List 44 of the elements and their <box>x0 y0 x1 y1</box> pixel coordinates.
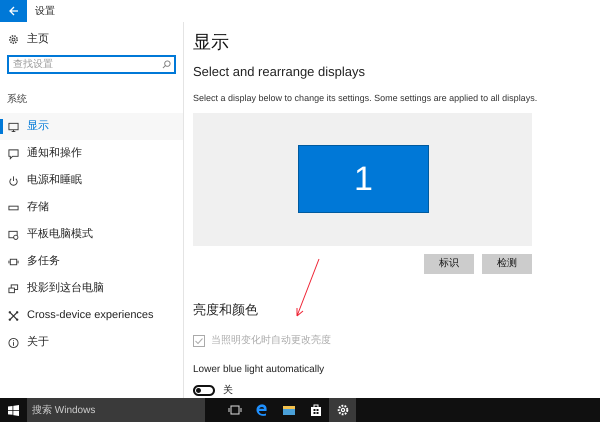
toggle-switch[interactable] <box>193 385 215 396</box>
sidebar-item[interactable]: 投影到这台电脑 <box>0 275 183 302</box>
sidebar-item[interactable]: 关于 <box>0 329 183 356</box>
sidebar-item[interactable]: 显示 <box>0 113 183 140</box>
sidebar-item[interactable]: 电源和睡眠 <box>0 167 183 194</box>
sidebar-item[interactable]: Cross-device experiences <box>0 302 183 329</box>
taskbar-button[interactable] <box>329 398 356 422</box>
screens-icon <box>8 282 19 294</box>
back-button[interactable] <box>0 0 27 22</box>
action-button[interactable]: 检测 <box>482 254 532 274</box>
windows-logo-icon <box>8 404 19 416</box>
section-heading: 系统 <box>7 92 28 107</box>
toggle-state: 关 <box>223 384 233 398</box>
cross-device-icon <box>8 310 19 322</box>
setting-label: Lower blue light automatically <box>193 363 324 377</box>
gear-icon <box>336 403 350 417</box>
info-icon <box>8 336 19 348</box>
window-title: 设置 <box>35 4 55 18</box>
search-icon <box>162 60 171 69</box>
section-heading: 亮度和颜色 <box>193 300 258 318</box>
gear-icon <box>8 34 19 44</box>
description-text: Select a display below to change its settings. Some settings are applied to all displays. <box>193 92 538 105</box>
action-button[interactable]: 标识 <box>424 254 474 274</box>
task-view-icon <box>228 403 242 417</box>
sidebar-item[interactable]: 平板电脑模式 <box>0 221 183 248</box>
search-field[interactable]: 查找设置 <box>7 55 176 74</box>
checkmark-icon <box>194 336 204 346</box>
sidebar-item[interactable]: 通知和操作 <box>0 140 183 167</box>
display-tile[interactable]: 1 <box>298 145 429 214</box>
speech-bubble-icon <box>8 148 19 160</box>
tablet-icon <box>8 228 19 240</box>
section-heading: Select and rearrange displays <box>193 63 365 81</box>
page-title: 显示 <box>193 31 229 54</box>
sidebar-item[interactable]: 存储 <box>0 194 183 221</box>
browser-icon <box>254 403 268 417</box>
shopping-bag-icon <box>308 403 322 417</box>
checkbox-label: 当照明变化时自动更改亮度 <box>211 334 331 348</box>
sidebar-item[interactable]: 多任务 <box>0 248 183 275</box>
monitor-icon <box>8 120 19 132</box>
home-link[interactable]: 主页 <box>0 29 183 49</box>
taskbar-search-field[interactable]: 搜索 Windows <box>27 398 205 422</box>
power-icon <box>8 174 19 186</box>
back-icon <box>8 6 18 16</box>
folder-icon <box>282 403 296 417</box>
